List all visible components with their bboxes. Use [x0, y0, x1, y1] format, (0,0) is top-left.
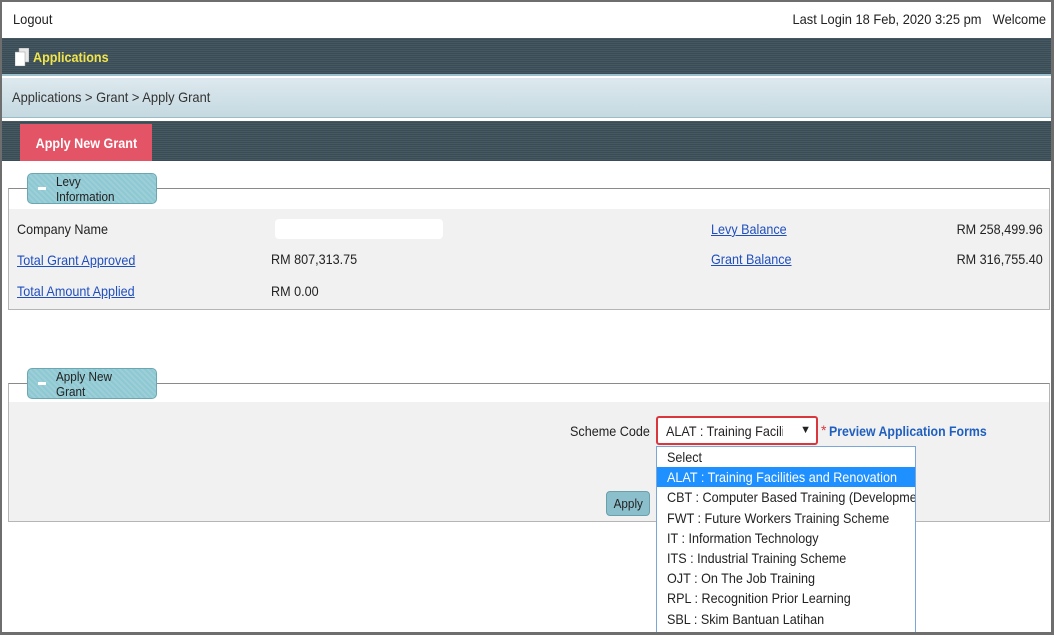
top-bar: Logout Last Login 18 Feb, 2020 3:25 pm W…	[2, 2, 1051, 38]
preview-application-forms-link[interactable]: Preview Application Forms	[829, 423, 987, 439]
grant-balance-link[interactable]: Grant Balance	[711, 251, 792, 267]
dropdown-option[interactable]: Select	[657, 447, 915, 467]
collapse-icon	[38, 187, 47, 190]
dropdown-arrow-icon: ▼	[800, 424, 811, 436]
total-amount-applied-value: RM 0.00	[271, 283, 319, 299]
legend-label: Levy Information	[56, 173, 115, 204]
total-amount-applied-link[interactable]: Total Amount Applied	[17, 283, 135, 299]
company-name-value	[275, 219, 443, 239]
levy-balance-value: RM 258,499.96	[956, 221, 1043, 237]
logout-link[interactable]: Logout	[13, 11, 52, 27]
dropdown-option[interactable]: IT : Information Technology	[657, 528, 915, 548]
last-login-text: Last Login 18 Feb, 2020 3:25 pm	[791, 11, 981, 27]
dropdown-option-highlighted[interactable]: ALAT : Training Facilities and Renovatio…	[657, 467, 915, 488]
apply-new-grant-legend[interactable]: Apply New Grant	[27, 368, 157, 399]
tab-label: Apply New Grant	[35, 134, 137, 151]
dropdown-option[interactable]: RPL : Recognition Prior Learning	[657, 588, 915, 608]
breadcrumb-bar: Applications > Grant > Apply Grant	[2, 78, 1051, 118]
document-icon	[14, 47, 30, 67]
scheme-code-dropdown-list[interactable]: Select ALAT : Training Facilities and Re…	[656, 446, 916, 632]
levy-information-panel: Company Name Total Grant Approved RM 807…	[8, 173, 1050, 310]
levy-information-legend[interactable]: Levy Information	[27, 173, 157, 204]
breadcrumb: Applications > Grant > Apply Grant	[12, 89, 211, 105]
apply-button[interactable]: Apply	[606, 491, 650, 516]
total-grant-approved-link[interactable]: Total Grant Approved	[17, 252, 135, 268]
applications-title[interactable]: Applications	[33, 49, 109, 65]
scheme-code-label: Scheme Code	[570, 423, 650, 439]
dropdown-option[interactable]: SBL : Skim Bantuan Latihan	[657, 609, 915, 629]
applications-bar: Applications	[2, 38, 1051, 76]
total-grant-approved-value: RM 807,313.75	[271, 251, 358, 267]
levy-balance-link[interactable]: Levy Balance	[711, 221, 787, 237]
collapse-icon	[38, 382, 46, 385]
company-name-label: Company Name	[17, 221, 109, 237]
dropdown-option[interactable]: OJT : On The Job Training	[657, 568, 915, 588]
browser-frame: Logout Last Login 18 Feb, 2020 3:25 pm W…	[0, 0, 1054, 635]
required-asterisk: *	[821, 422, 827, 438]
scheme-code-select[interactable]: ALAT : Training Facilities ▼	[656, 416, 818, 445]
dropdown-option[interactable]: CBT : Computer Based Training (Developme…	[657, 487, 915, 507]
dropdown-option[interactable]: FWT : Future Workers Training Scheme	[657, 508, 915, 528]
levy-information-body: Company Name Total Grant Approved RM 807…	[9, 209, 1049, 309]
scheme-code-selected: ALAT : Training Facilities	[666, 423, 783, 439]
tab-bar: Apply New Grant	[2, 121, 1051, 161]
tab-apply-new-grant[interactable]: Apply New Grant	[20, 124, 152, 161]
legend-label: Apply New Grant	[55, 368, 112, 399]
welcome-text: Welcome	[992, 11, 1046, 27]
grant-balance-value: RM 316,755.40	[956, 251, 1043, 267]
apply-button-label: Apply	[613, 496, 643, 511]
dropdown-option[interactable]: ITS : Industrial Training Scheme	[657, 548, 915, 568]
